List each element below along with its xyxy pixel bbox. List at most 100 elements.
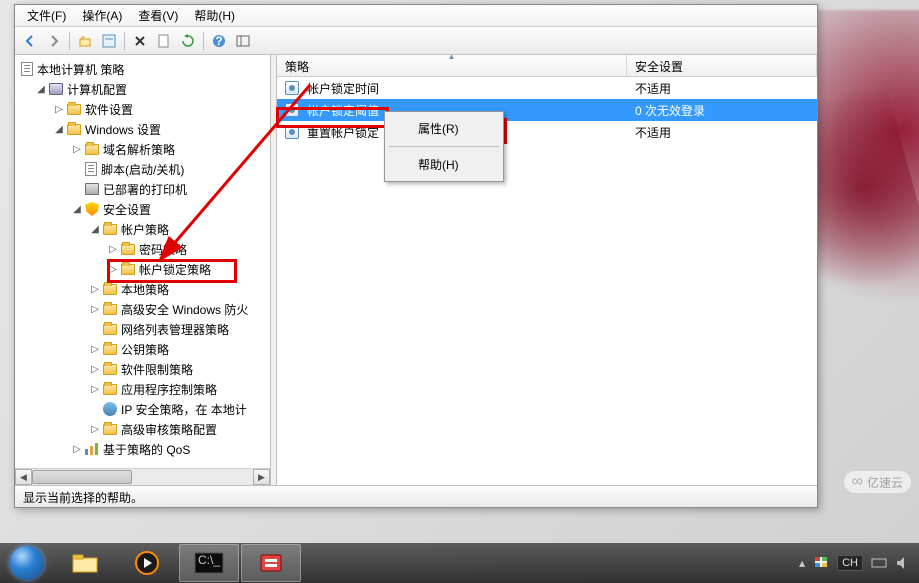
folder-icon xyxy=(103,344,117,355)
tree-password-policy[interactable]: ▷ 密码策略 xyxy=(17,239,268,259)
collapse-icon[interactable]: ◢ xyxy=(35,83,47,95)
collapse-icon[interactable]: ◢ xyxy=(53,123,65,135)
menu-help[interactable]: 帮助(H) xyxy=(186,5,243,26)
tree-name-resolution[interactable]: ▷ 域名解析策略 xyxy=(17,139,268,159)
ctx-help[interactable]: 帮助(H) xyxy=(387,150,501,179)
folder-icon xyxy=(67,104,81,115)
menu-file[interactable]: 文件(F) xyxy=(19,5,74,26)
script-icon xyxy=(85,162,97,176)
tree-audit-config[interactable]: ▷ 高级审核策略配置 xyxy=(17,419,268,439)
forward-button[interactable] xyxy=(43,30,65,52)
tree-lockout-policy[interactable]: ▷ 帐户锁定策略 xyxy=(17,259,268,279)
expand-icon[interactable]: ▷ xyxy=(89,423,101,435)
content-area: 本地计算机 策略 ◢ 计算机配置 ▷ 软件设置 ◢ Windows 设置 xyxy=(15,55,817,485)
expand-icon[interactable]: ▷ xyxy=(89,363,101,375)
tree-printers[interactable]: 已部署的打印机 xyxy=(17,179,268,199)
scroll-right-button[interactable]: ▶ xyxy=(253,469,270,485)
tree-qos[interactable]: ▷ 基于策略的 QoS xyxy=(17,439,268,459)
list-row[interactable]: 帐户锁定时间 不适用 xyxy=(277,77,817,99)
tree-label: 网络列表管理器策略 xyxy=(121,321,229,338)
help-button[interactable]: ? xyxy=(208,30,230,52)
expand-icon[interactable]: ▷ xyxy=(107,263,119,275)
folder-icon xyxy=(103,364,117,375)
export-button[interactable] xyxy=(153,30,175,52)
menu-action[interactable]: 操作(A) xyxy=(74,5,130,26)
scroll-track[interactable] xyxy=(32,469,253,485)
taskbar-media-player[interactable] xyxy=(117,544,177,582)
collapse-icon[interactable]: ◢ xyxy=(89,223,101,235)
start-button[interactable] xyxy=(0,543,54,583)
tray-volume-icon[interactable] xyxy=(895,555,911,571)
tree-label: 高级安全 Windows 防火 xyxy=(121,301,248,318)
language-indicator[interactable]: CH xyxy=(837,555,863,571)
expand-icon[interactable]: ▷ xyxy=(71,443,83,455)
tree-account-policies[interactable]: ◢ 帐户策略 xyxy=(17,219,268,239)
tree-label: IP 安全策略，在 本地计 xyxy=(121,401,247,418)
tree-panel: 本地计算机 策略 ◢ 计算机配置 ▷ 软件设置 ◢ Windows 设置 xyxy=(15,55,271,485)
tree-label: 应用程序控制策略 xyxy=(121,381,217,398)
scroll-thumb[interactable] xyxy=(32,470,132,484)
column-security-setting[interactable]: 安全设置 xyxy=(627,55,817,76)
expand-icon[interactable]: ▷ xyxy=(107,243,119,255)
tree-label: 公钥策略 xyxy=(121,341,169,358)
computer-icon xyxy=(49,83,63,95)
tree-label: 本地策略 xyxy=(121,281,169,298)
tree-local-policies[interactable]: ▷ 本地策略 xyxy=(17,279,268,299)
refresh-button[interactable] xyxy=(177,30,199,52)
tray-show-hidden-icon[interactable]: ▴ xyxy=(799,556,805,570)
expand-icon[interactable]: ▷ xyxy=(71,143,83,155)
taskbar-mmc[interactable] xyxy=(241,544,301,582)
tray-keyboard-icon[interactable] xyxy=(871,555,887,571)
tree-ip-security[interactable]: IP 安全策略，在 本地计 xyxy=(17,399,268,419)
taskbar-cmd[interactable]: C:\_ xyxy=(179,544,239,582)
expand-icon[interactable]: ▷ xyxy=(89,383,101,395)
column-policy[interactable]: 策略 xyxy=(277,55,627,76)
expand-icon[interactable]: ▷ xyxy=(53,103,65,115)
tree-security-settings[interactable]: ◢ 安全设置 xyxy=(17,199,268,219)
list-body: 帐户锁定时间 不适用 帐户锁定阈值 0 次无效登录 重置帐户锁定 不适用 属性(… xyxy=(277,77,817,485)
show-hide-button[interactable] xyxy=(232,30,254,52)
list-row[interactable]: 重置帐户锁定 不适用 xyxy=(277,121,817,143)
folder-icon xyxy=(103,224,117,235)
ipsec-icon xyxy=(103,402,117,416)
policy-tree[interactable]: 本地计算机 策略 ◢ 计算机配置 ▷ 软件设置 ◢ Windows 设置 xyxy=(15,55,270,463)
tree-software-restriction[interactable]: ▷ 软件限制策略 xyxy=(17,359,268,379)
tree-label: 安全设置 xyxy=(103,201,151,218)
back-button[interactable] xyxy=(19,30,41,52)
list-cell: 不适用 xyxy=(627,124,817,141)
tree-label: 脚本(启动/关机) xyxy=(101,161,184,178)
context-menu: 属性(R) 帮助(H) xyxy=(384,111,504,182)
folder-icon xyxy=(103,384,117,395)
tree-computer-config[interactable]: ◢ 计算机配置 xyxy=(17,79,268,99)
shield-icon xyxy=(85,202,99,216)
tree-scripts[interactable]: 脚本(启动/关机) xyxy=(17,159,268,179)
tray-flag-icon[interactable] xyxy=(813,555,829,571)
horizontal-scrollbar[interactable]: ◀ ▶ xyxy=(15,468,270,485)
tree-root[interactable]: 本地计算机 策略 xyxy=(17,59,268,79)
taskbar-explorer[interactable] xyxy=(55,544,115,582)
tree-app-control[interactable]: ▷ 应用程序控制策略 xyxy=(17,379,268,399)
delete-button[interactable] xyxy=(129,30,151,52)
tree-label: 帐户策略 xyxy=(121,221,169,238)
expand-icon[interactable]: ▷ xyxy=(89,303,101,315)
tree-label: 本地计算机 策略 xyxy=(37,61,124,78)
expand-icon[interactable]: ▷ xyxy=(89,283,101,295)
menu-view[interactable]: 查看(V) xyxy=(130,5,186,26)
tree-windows-settings[interactable]: ◢ Windows 设置 xyxy=(17,119,268,139)
tree-nlm[interactable]: 网络列表管理器策略 xyxy=(17,319,268,339)
system-tray[interactable]: ▴ CH xyxy=(791,543,919,583)
ctx-properties[interactable]: 属性(R) xyxy=(387,114,501,143)
tree-software-settings[interactable]: ▷ 软件设置 xyxy=(17,99,268,119)
up-button[interactable] xyxy=(74,30,96,52)
tree-label: 基于策略的 QoS xyxy=(103,441,190,458)
expand-icon[interactable]: ▷ xyxy=(89,343,101,355)
tree-public-key[interactable]: ▷ 公钥策略 xyxy=(17,339,268,359)
scroll-left-button[interactable]: ◀ xyxy=(15,469,32,485)
tree-firewall[interactable]: ▷ 高级安全 Windows 防火 xyxy=(17,299,268,319)
properties-button[interactable] xyxy=(98,30,120,52)
collapse-icon[interactable]: ◢ xyxy=(71,203,83,215)
list-row-selected[interactable]: 帐户锁定阈值 0 次无效登录 xyxy=(277,99,817,121)
taskbar[interactable]: C:\_ ▴ CH xyxy=(0,543,919,583)
svg-text:?: ? xyxy=(215,34,222,48)
svg-text:C:\_: C:\_ xyxy=(198,553,220,567)
